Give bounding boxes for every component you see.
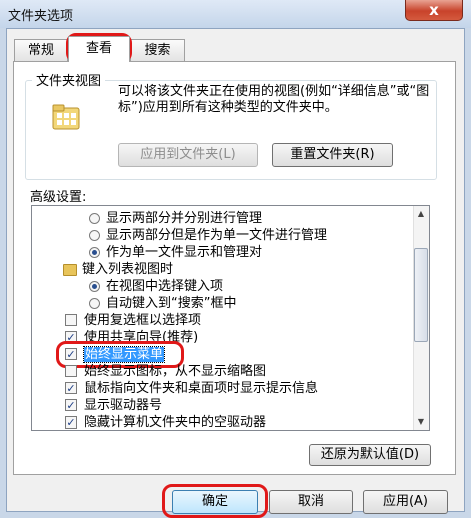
list-item[interactable]: 显示驱动器号 [84, 397, 162, 414]
checkbox-icon[interactable] [65, 365, 77, 377]
tab-general[interactable]: 常规 [14, 39, 68, 61]
list-item[interactable]: 在视图中选择键入项 [106, 278, 223, 295]
list-item[interactable]: 显示两部分但是作为单一文件进行管理 [106, 227, 327, 244]
radio-icon[interactable] [89, 230, 100, 241]
list-item[interactable]: 作为单一文件显示和管理对 [106, 244, 262, 261]
list-item[interactable]: 始终显示图标，从不显示缩略图 [84, 363, 266, 380]
tab-view[interactable]: 查看 [68, 36, 130, 62]
folder-views-description: 可以将该文件夹正在使用的视图(例如“详细信息”或“图标”)应用到所有这种类型的文… [118, 84, 430, 115]
folder-views-title: 文件夹视图 [32, 70, 106, 89]
scroll-down-icon[interactable]: ▼ [413, 414, 429, 430]
scroll-up-icon[interactable]: ▲ [413, 206, 429, 222]
close-button[interactable]: x [405, 0, 463, 21]
checkbox-icon[interactable] [65, 314, 77, 326]
folder-view-icon [52, 103, 80, 131]
list-item[interactable]: 隐藏计算机文件夹中的空驱动器 [84, 414, 266, 430]
folder-icon [63, 264, 77, 276]
list-item: 键入列表视图时 [82, 262, 174, 277]
apply-to-folders-button[interactable]: 应用到文件夹(L) [118, 143, 258, 167]
checkbox-icon[interactable]: ✓ [65, 416, 77, 429]
scroll-thumb[interactable] [414, 248, 428, 342]
checkbox-icon[interactable]: ✓ [65, 382, 77, 394]
radio-icon[interactable] [89, 281, 100, 292]
restore-defaults-button[interactable]: 还原为默认值(D) [309, 444, 431, 466]
apply-button[interactable]: 应用(A) [363, 490, 448, 514]
advanced-settings-label: 高级设置: [30, 190, 87, 205]
tab-search[interactable]: 搜索 [130, 39, 185, 61]
list-item[interactable]: 显示两部分并分别进行管理 [106, 210, 262, 227]
checkbox-icon[interactable]: ✓ [65, 399, 77, 411]
radio-icon[interactable] [89, 213, 100, 224]
list-item[interactable]: 自动键入到“搜索”框中 [106, 295, 236, 312]
window-title: 文件夹选项 [8, 9, 74, 24]
cancel-button[interactable]: 取消 [269, 490, 353, 514]
annotation-ok-button [162, 484, 268, 518]
radio-icon[interactable] [89, 298, 100, 309]
list-item[interactable]: 使用复选框以选择项 [84, 312, 201, 329]
list-item[interactable]: 鼠标指向文件夹和桌面项时显示提示信息 [84, 380, 318, 397]
reset-folders-button[interactable]: 重置文件夹(R) [272, 143, 393, 167]
radio-icon[interactable] [89, 247, 100, 258]
